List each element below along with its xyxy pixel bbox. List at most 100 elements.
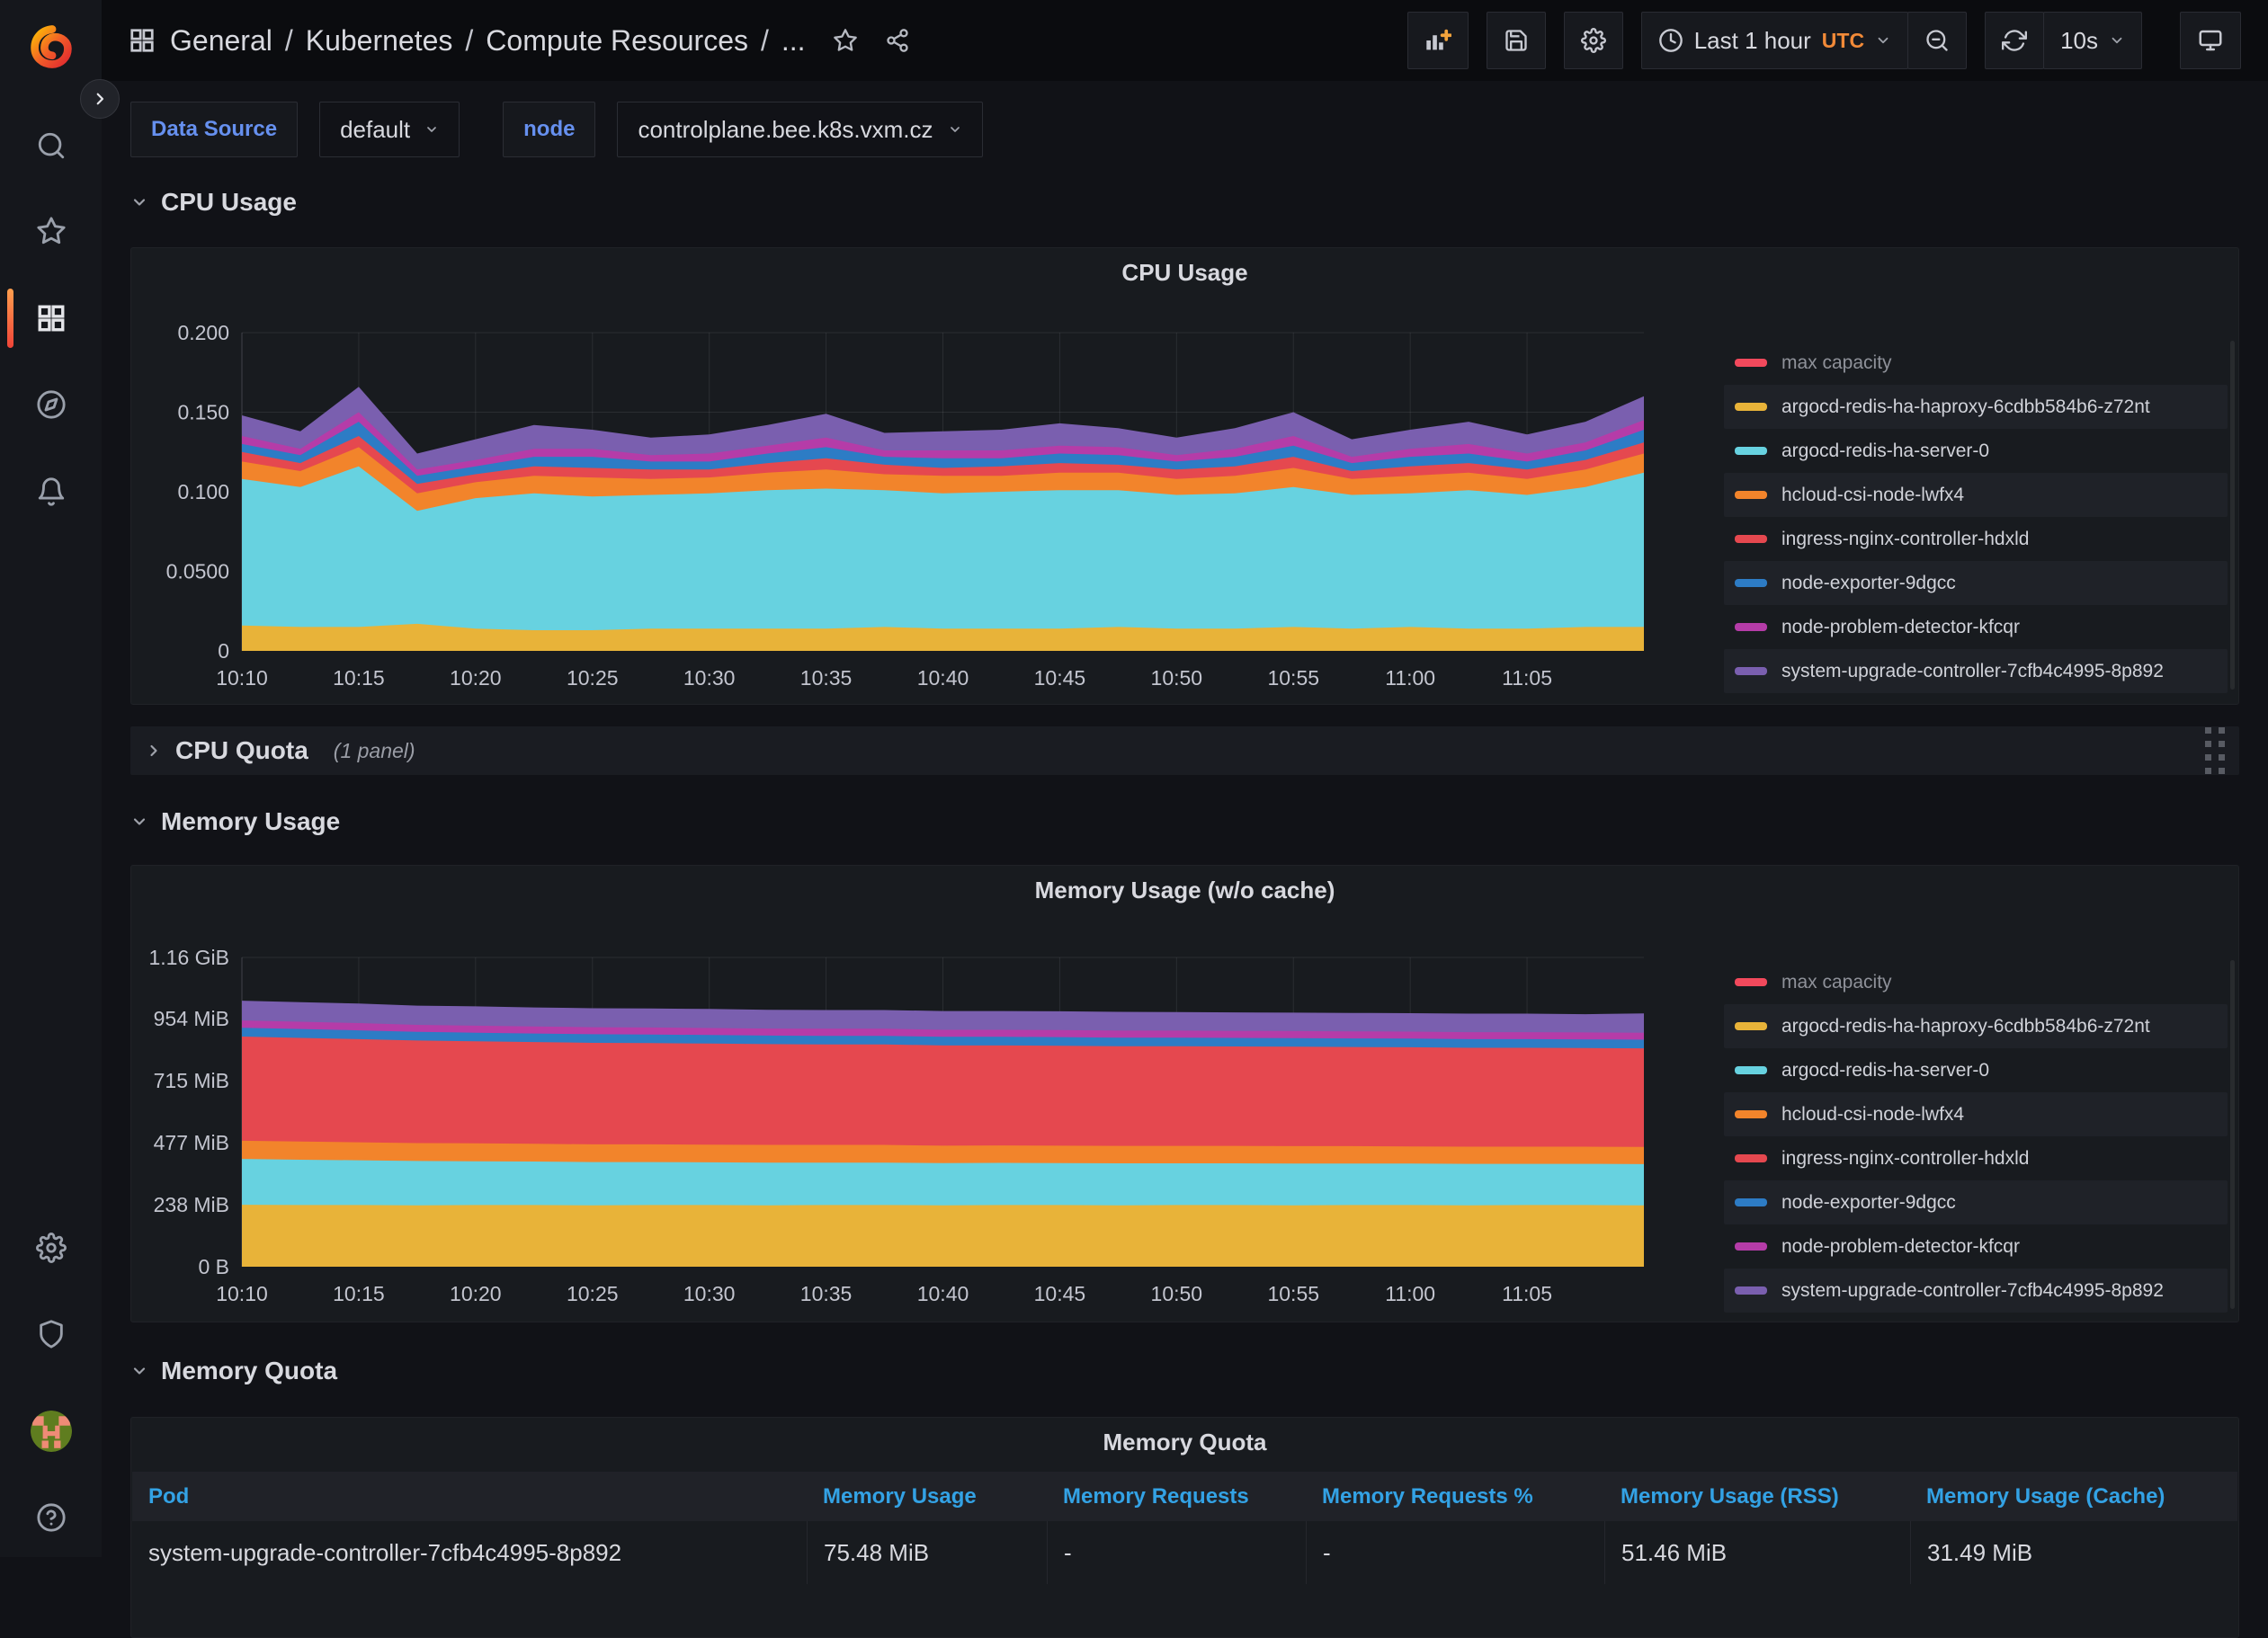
legend-label: node-exporter-9dgcc <box>1781 1192 1956 1214</box>
legend-label: node-problem-detector-kfcqr <box>1781 617 2020 638</box>
legend-swatch <box>1735 1198 1767 1206</box>
legend-swatch <box>1735 1286 1767 1295</box>
legend-item[interactable]: ingress-nginx-controller-hdxld <box>1724 517 2228 561</box>
legend-swatch <box>1735 579 1767 587</box>
legend-item[interactable]: argocd-redis-ha-haproxy-6cdbb584b6-z72nt <box>1724 385 2228 429</box>
table-column-header[interactable]: Memory Requests <box>1047 1472 1306 1521</box>
sidebar-item-search[interactable] <box>0 115 102 176</box>
expand-sidebar-button[interactable] <box>80 79 120 119</box>
share-dashboard-button[interactable] <box>885 28 910 53</box>
avatar-image <box>31 1411 72 1452</box>
legend-label: argocd-redis-ha-haproxy-6cdbb584b6-z72nt <box>1781 1016 2150 1037</box>
legend-item[interactable]: argocd-redis-ha-server-0 <box>1724 1048 2228 1092</box>
svg-text:10:10: 10:10 <box>216 666 268 690</box>
cpu-usage-chart[interactable]: 00.05000.1000.1500.20010:1010:1510:2010:… <box>136 322 1644 696</box>
legend-item[interactable]: system-upgrade-controller-7cfb4c4995-8p8… <box>1724 1269 2228 1313</box>
section-title: CPU Usage <box>161 188 297 217</box>
sidebar-item-alerting[interactable] <box>0 461 102 522</box>
toolbar-actions: Last 1 hour UTC 10s <box>1407 12 2241 69</box>
dashboard-settings-button[interactable] <box>1564 12 1623 69</box>
cycle-view-mode-button[interactable] <box>2180 12 2241 69</box>
variable-label-datasource: Data Source <box>130 102 298 157</box>
table-column-header[interactable]: Pod <box>132 1472 807 1521</box>
monitor-icon <box>2197 27 2224 54</box>
share-icon <box>885 28 910 53</box>
svg-text:10:50: 10:50 <box>1151 1282 1203 1305</box>
breadcrumb[interactable]: General/Kubernetes/Compute Resources/... <box>129 24 806 58</box>
refresh-dashboard-button[interactable] <box>1985 12 2044 69</box>
legend-swatch <box>1735 1066 1767 1074</box>
variable-value-datasource[interactable]: default <box>319 102 460 157</box>
legend-swatch <box>1735 1242 1767 1251</box>
svg-text:10:20: 10:20 <box>450 1282 502 1305</box>
legend-item[interactable]: hcloud-csi-node-lwfx4 <box>1724 1092 2228 1136</box>
svg-text:11:00: 11:00 <box>1385 1282 1435 1305</box>
zoom-out-time-button[interactable] <box>1907 12 1967 69</box>
table-cell: - <box>1047 1521 1306 1584</box>
variable-value-text: default <box>340 116 410 144</box>
svg-text:0.200: 0.200 <box>177 322 229 344</box>
clock-icon <box>1658 28 1683 53</box>
legend-item[interactable]: argocd-redis-ha-haproxy-6cdbb584b6-z72nt <box>1724 1004 2228 1048</box>
section-header-memory-quota[interactable]: Memory Quota <box>130 1355 337 1387</box>
legend-label: max capacity <box>1781 352 1892 374</box>
chevron-down-icon <box>1875 32 1891 49</box>
legend-item[interactable]: node-problem-detector-kfcqr <box>1724 1224 2228 1269</box>
memory-quota-table-header: PodMemory UsageMemory RequestsMemory Req… <box>132 1472 2237 1521</box>
legend-item[interactable]: hcloud-csi-node-lwfx4 <box>1724 473 2228 517</box>
chevron-down-icon <box>130 1362 148 1380</box>
legend-item[interactable]: node-exporter-9dgcc <box>1724 1180 2228 1224</box>
panel-memory-usage: Memory Usage (w/o cache) 0 B238 MiB477 M… <box>130 865 2239 1322</box>
breadcrumb-item[interactable]: Compute Resources <box>486 24 748 58</box>
sidebar-item-dashboards[interactable] <box>0 288 102 349</box>
svg-text:477 MiB: 477 MiB <box>154 1131 229 1154</box>
legend-item[interactable]: node-exporter-9dgcc <box>1724 561 2228 605</box>
panel-title[interactable]: CPU Usage <box>131 259 2238 287</box>
panel-title[interactable]: Memory Usage (w/o cache) <box>131 877 2238 904</box>
section-title: CPU Quota <box>175 736 308 765</box>
sidebar-item-explore[interactable] <box>0 374 102 435</box>
table-column-header[interactable]: Memory Usage (RSS) <box>1604 1472 1910 1521</box>
time-range-picker[interactable]: Last 1 hour UTC <box>1641 12 1908 69</box>
panel-memory-quota: Memory Quota PodMemory UsageMemory Reque… <box>130 1417 2239 1638</box>
memory-usage-chart[interactable]: 0 B238 MiB477 MiB715 MiB954 MiB1.16 GiB1… <box>136 947 1644 1312</box>
variables-submenu: Data Source default node controlplane.be… <box>130 102 1026 157</box>
gear-icon <box>1581 28 1606 53</box>
breadcrumb-item[interactable]: ... <box>781 24 806 58</box>
panel-title[interactable]: Memory Quota <box>131 1429 2238 1456</box>
refresh-interval-picker[interactable]: 10s <box>2043 12 2142 69</box>
breadcrumb-item[interactable]: General <box>170 24 272 58</box>
table-row[interactable]: system-upgrade-controller-7cfb4c4995-8p8… <box>132 1521 2237 1584</box>
save-dashboard-button[interactable] <box>1487 12 1546 69</box>
legend-item[interactable]: node-problem-detector-kfcqr <box>1724 605 2228 649</box>
svg-text:10:50: 10:50 <box>1151 666 1203 690</box>
table-column-header[interactable]: Memory Requests % <box>1306 1472 1604 1521</box>
bell-icon <box>36 476 67 507</box>
section-header-cpu-usage[interactable]: CPU Usage <box>130 186 297 218</box>
section-header-cpu-quota[interactable]: CPU Quota (1 panel) <box>130 726 2239 775</box>
add-panel-button[interactable] <box>1407 12 1469 69</box>
section-header-memory-usage[interactable]: Memory Usage <box>130 806 340 838</box>
legend-item[interactable]: ingress-nginx-controller-hdxld <box>1724 1136 2228 1180</box>
sidebar-item-help[interactable] <box>0 1487 102 1548</box>
legend-item[interactable]: max capacity <box>1724 960 2228 1004</box>
svg-text:0: 0 <box>218 639 229 663</box>
table-column-header[interactable]: Memory Usage (Cache) <box>1910 1472 2237 1521</box>
legend-item[interactable]: max capacity <box>1724 341 2228 385</box>
svg-text:0.100: 0.100 <box>177 480 229 503</box>
table-column-header[interactable]: Memory Usage <box>807 1472 1047 1521</box>
variable-value-node[interactable]: controlplane.bee.k8s.vxm.cz <box>617 102 982 157</box>
sidebar-item-server-admin[interactable] <box>0 1304 102 1365</box>
svg-text:11:05: 11:05 <box>1502 666 1552 690</box>
sidebar-item-profile[interactable] <box>0 1401 102 1462</box>
legend-item[interactable]: system-upgrade-controller-7cfb4c4995-8p8… <box>1724 649 2228 693</box>
favorite-star-button[interactable] <box>833 28 858 53</box>
sidebar-item-configuration[interactable] <box>0 1217 102 1278</box>
sidebar-item-starred[interactable] <box>0 200 102 262</box>
row-drag-handle[interactable] <box>2205 727 2225 774</box>
star-icon <box>833 28 858 53</box>
grafana-logo[interactable] <box>0 23 102 70</box>
legend-item[interactable]: argocd-redis-ha-server-0 <box>1724 429 2228 473</box>
breadcrumb-item[interactable]: Kubernetes <box>306 24 453 58</box>
zoom-out-icon <box>1924 28 1950 53</box>
